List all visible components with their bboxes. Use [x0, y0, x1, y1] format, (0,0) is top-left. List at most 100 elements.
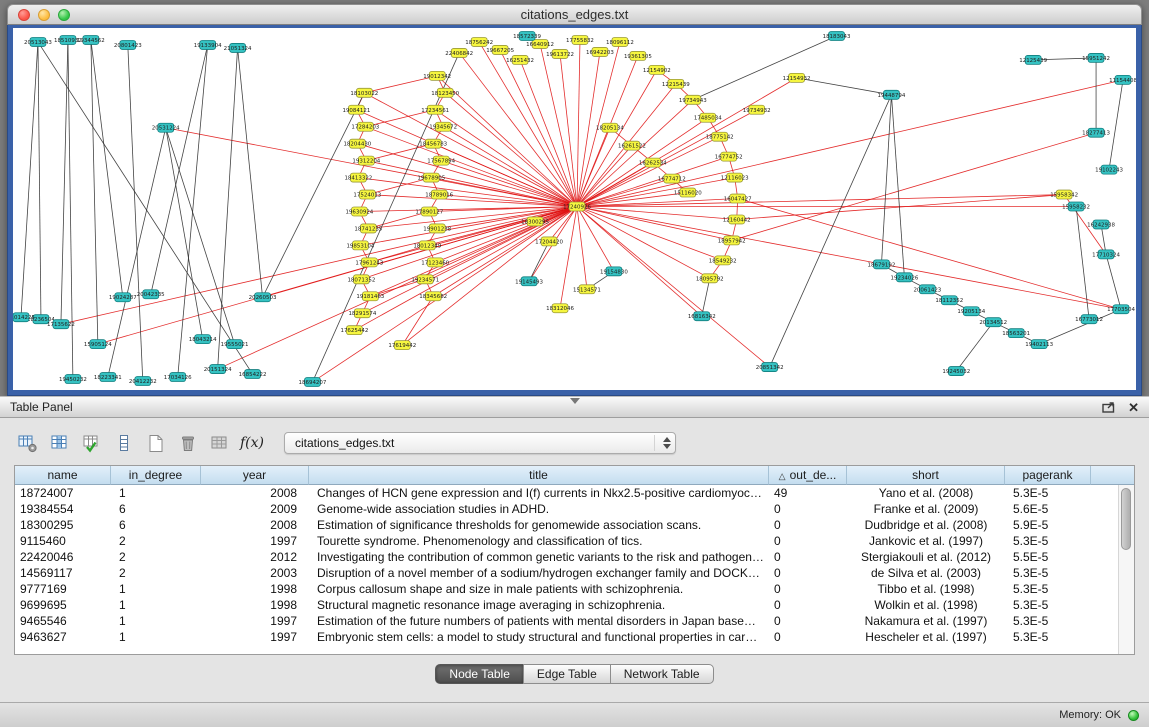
graph-node[interactable]: 18223341	[94, 373, 122, 382]
graph-node[interactable]: 18756242	[465, 37, 493, 46]
graph-node[interactable]: 17034126	[164, 373, 192, 382]
graph-node[interactable]: 20042335	[137, 290, 165, 299]
graph-node[interactable]: 18563201	[1002, 329, 1030, 338]
graph-node[interactable]: 16251432	[506, 55, 534, 64]
graph-node[interactable]: 17284203	[351, 122, 379, 131]
graph-node[interactable]: 16262534	[639, 158, 667, 167]
graph-node[interactable]: 19734943	[679, 95, 707, 104]
graph-node[interactable]: 19102243	[1095, 165, 1123, 174]
graph-node[interactable]: 17625442	[340, 326, 368, 335]
table-select-dropdown[interactable]: citations_edges.txt	[284, 432, 676, 454]
graph-node[interactable]: 22406842	[445, 48, 473, 57]
graph-node[interactable]: 19667205	[486, 45, 514, 54]
graph-node[interactable]: 17123460	[421, 258, 449, 267]
graph-node[interactable]: 19345672	[429, 122, 457, 131]
single-column-icon[interactable]	[110, 431, 138, 455]
graph-node[interactable]: 19245032	[942, 367, 970, 376]
graph-node[interactable]: 19234026	[890, 273, 918, 282]
column-header-name[interactable]: name	[15, 466, 111, 485]
graph-node[interactable]: 18095792	[696, 274, 724, 283]
graph-node[interactable]: 17485034	[694, 113, 722, 122]
new-table-icon[interactable]	[142, 431, 170, 455]
graph-node[interactable]: 19630924	[345, 207, 373, 216]
graph-node[interactable]: 17755832	[566, 35, 594, 44]
graph-node[interactable]: 18291574	[348, 309, 376, 318]
table-row[interactable]: 969969511998Structural magnetic resonanc…	[15, 597, 1134, 613]
graph-node[interactable]: 19448794	[878, 90, 906, 99]
graph-node[interactable]: 17204420	[535, 237, 563, 246]
graph-node[interactable]: 19361305	[624, 51, 652, 60]
table-settings-icon[interactable]	[14, 431, 42, 455]
graph-node[interactable]: 20851342	[756, 363, 784, 372]
graph-node[interactable]: 19012342	[423, 71, 451, 80]
graph-node[interactable]: 21014225	[13, 313, 35, 322]
graph-node[interactable]: 18456783	[419, 139, 447, 148]
graph-node[interactable]: 19450232	[59, 375, 87, 384]
tab-network-table[interactable]: Network Table	[610, 664, 714, 684]
graph-node[interactable]: 15958342	[1050, 190, 1078, 199]
graph-node[interactable]: 18012349	[413, 241, 441, 250]
column-header-pagerank[interactable]: pagerank	[1005, 466, 1091, 485]
graph-node[interactable]: 16854222	[239, 370, 267, 379]
graph-node[interactable]: 12154932	[783, 73, 811, 82]
graph-node[interactable]: 20151324	[204, 365, 232, 374]
graph-node[interactable]: 20531224	[152, 123, 180, 132]
table-row[interactable]: 977716911998Corpus callosum shape and si…	[15, 581, 1134, 597]
graph-node[interactable]: 19613722	[546, 49, 574, 58]
graph-node[interactable]: 18205134	[596, 123, 624, 132]
tab-edge-table[interactable]: Edge Table	[523, 664, 611, 684]
graph-node[interactable]: 19402113	[1025, 340, 1053, 349]
graph-node[interactable]: 19234571	[411, 275, 439, 284]
graph-node[interactable]: 19555021	[221, 340, 249, 349]
graph-node[interactable]: 20061423	[913, 285, 941, 294]
graph-node[interactable]: 12116023	[721, 173, 749, 182]
scrollbar-thumb[interactable]	[1121, 488, 1131, 550]
graph-node[interactable]: 17524013	[353, 190, 381, 199]
graph-node[interactable]: 19145493	[515, 277, 543, 286]
network-canvas[interactable]: 1724092618103022190841211728420318204430…	[13, 28, 1136, 390]
select-columns-icon[interactable]	[46, 431, 74, 455]
table-row[interactable]: 946362711997Embryonic stem cells: a mode…	[15, 629, 1134, 645]
graph-node[interactable]: 20801423	[114, 40, 142, 49]
float-panel-icon[interactable]	[1102, 402, 1115, 413]
table-scrollbar[interactable]	[1118, 485, 1134, 654]
graph-node[interactable]: 16261522	[618, 141, 646, 150]
graph-node[interactable]: 18572339	[513, 31, 541, 40]
table-row[interactable]: 1830029562008Estimation of significance …	[15, 517, 1134, 533]
graph-node[interactable]: 18775142	[706, 132, 734, 141]
column-header-out_de[interactable]: △out_de...	[769, 466, 847, 485]
graph-node[interactable]: 17567894	[427, 156, 455, 165]
graph-node[interactable]: 15958232	[1062, 202, 1090, 211]
graph-node[interactable]: 15116020	[674, 188, 702, 197]
column-header-in_degree[interactable]: in_degree	[111, 466, 201, 485]
table-row[interactable]: 2242004622012Investigating the contribut…	[15, 549, 1134, 565]
graph-node[interactable]: 16047427	[724, 194, 752, 203]
graph-node[interactable]: 16816342	[688, 312, 716, 321]
network-view[interactable]: 1724092618103022190841211728420318204430…	[13, 28, 1136, 390]
delete-table-icon[interactable]	[174, 431, 202, 455]
graph-node[interactable]: 19084121	[342, 105, 370, 114]
graph-node[interactable]: 15951242	[1082, 53, 1110, 62]
graph-node[interactable]: 17234561	[421, 105, 449, 114]
close-panel-icon[interactable]: ✕	[1128, 401, 1139, 414]
graph-node[interactable]: 19205134	[957, 307, 985, 316]
window-titlebar[interactable]: citations_edges.txt	[7, 4, 1142, 25]
graph-node[interactable]: 18112352	[935, 296, 963, 305]
graph-node[interactable]: 18679192	[868, 260, 896, 269]
graph-node[interactable]: 18413322	[344, 173, 372, 182]
table-row[interactable]: 911546021997Tourette syndrome. Phenomeno…	[15, 533, 1134, 549]
graph-node[interactable]: 11154408	[1109, 75, 1136, 84]
graph-node[interactable]: 19312204	[352, 156, 380, 165]
graph-node[interactable]: 18123450	[431, 88, 459, 97]
graph-node[interactable]: 18277413	[1082, 128, 1110, 137]
graph-node[interactable]: 18741235	[354, 224, 382, 233]
graph-node[interactable]: 18345682	[419, 292, 447, 301]
graph-node[interactable]: 17619442	[388, 341, 416, 350]
graph-node[interactable]: 18312046	[546, 304, 574, 313]
graph-node[interactable]: 18694207	[299, 378, 327, 387]
column-header-title[interactable]: title	[309, 466, 769, 485]
graph-node[interactable]: 18096112	[606, 37, 634, 46]
graph-node[interactable]: 18183043	[823, 31, 851, 40]
function-builder-icon[interactable]: f(x)	[238, 431, 266, 455]
graph-node[interactable]: 17890127	[415, 207, 443, 216]
